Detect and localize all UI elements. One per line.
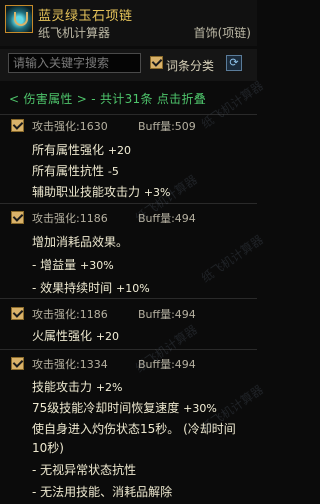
search-input[interactable] xyxy=(8,53,141,73)
stat-value: +30% xyxy=(79,259,114,272)
attack-enhance: 攻击强化:1186 xyxy=(32,308,108,321)
entry-3: 攻击强化:1186 Buff量:494 火属性强化 +20 xyxy=(0,298,257,348)
divider xyxy=(0,203,257,204)
stat-text: 辅助职业技能攻击力 xyxy=(32,185,141,199)
stat-text: - 效果持续时间 xyxy=(32,281,113,295)
stat-text: 所有属性强化 xyxy=(32,143,105,157)
attack-enhance: 攻击强化:1186 xyxy=(32,212,108,225)
stat-value: +10% xyxy=(115,282,150,295)
sort-checkbox[interactable] xyxy=(150,56,163,69)
item-slot: 首饰(项链) xyxy=(193,26,251,40)
stat-value: -5 xyxy=(107,165,119,178)
damage-group-toggle[interactable]: < 伤害属性 > - 共计31条 点击折叠 xyxy=(9,90,206,107)
stat-line: 所有属性强化 +20 xyxy=(32,141,131,158)
stat-line: - 无视异常状态抗性 xyxy=(32,461,136,478)
entry-checkbox[interactable] xyxy=(11,211,24,224)
attack-enhance: 攻击强化:1334 xyxy=(32,358,108,371)
sort-label: 词条分类 xyxy=(166,59,215,73)
stat-value: +2% xyxy=(95,381,123,394)
stat-text: 10秒) xyxy=(32,441,64,455)
entry-4: 攻击强化:1334 Buff量:494 技能攻击力 +2% 75级技能冷却时间恢… xyxy=(0,349,257,504)
stat-text: 所有属性抗性 xyxy=(32,164,105,178)
stat-text: 使自身进入灼伤状态15秒。 (冷却时间 xyxy=(32,422,236,436)
stat-line: - 效果持续时间 +10% xyxy=(32,279,150,296)
stat-value: +3% xyxy=(143,186,171,199)
stat-text: 75级技能冷却时间恢复速度 xyxy=(32,401,180,415)
stat-value: +30% xyxy=(183,402,217,415)
entry-checkbox[interactable] xyxy=(11,307,24,320)
buff-amount: Buff量:509 xyxy=(138,120,196,133)
stat-text: 技能攻击力 xyxy=(32,380,93,394)
stat-line: - 无法用技能、消耗品解除 xyxy=(32,483,172,500)
divider xyxy=(0,114,257,115)
divider xyxy=(0,349,257,350)
refresh-icon[interactable]: ⟳ xyxy=(226,55,242,71)
search-bar: 词条分类 ⟳ xyxy=(0,49,257,81)
attack-enhance: 攻击强化:1630 xyxy=(32,120,108,133)
buff-amount: Buff量:494 xyxy=(138,212,196,225)
stat-text: - 无视异常状态抗性 xyxy=(32,463,137,477)
buff-amount: Buff量:494 xyxy=(138,358,196,371)
necklace-icon xyxy=(5,5,33,33)
stat-line: 10秒) xyxy=(32,439,64,456)
stat-line: 75级技能冷却时间恢复速度 +30% xyxy=(32,399,217,416)
divider xyxy=(0,298,257,299)
stat-line: 火属性强化 +20 xyxy=(32,327,119,344)
stat-line: 增加消耗品效果。 xyxy=(32,233,128,250)
item-header: 蓝灵绿玉石项链 纸飞机计算器 首饰(项链) xyxy=(0,0,257,46)
stat-line: 技能攻击力 +2% xyxy=(32,378,123,395)
entry-checkbox[interactable] xyxy=(11,357,24,370)
stat-text: - 无法用技能、消耗品解除 xyxy=(32,485,173,499)
stat-value: +20 xyxy=(107,144,132,157)
stat-text: 增加消耗品效果。 xyxy=(32,235,129,249)
item-name: 蓝灵绿玉石项链 xyxy=(38,9,133,24)
item-subtitle: 纸飞机计算器 xyxy=(38,26,111,40)
stat-line: - 增益量 +30% xyxy=(32,256,114,273)
stat-line: 使自身进入灼伤状态15秒。 (冷却时间 xyxy=(32,420,236,437)
stat-text: - 增益量 xyxy=(32,258,77,272)
buff-amount: Buff量:494 xyxy=(138,308,196,321)
stat-value: +20 xyxy=(95,330,120,343)
stat-line: 所有属性抗性 -5 xyxy=(32,162,119,179)
entry-2: 攻击强化:1186 Buff量:494 增加消耗品效果。 - 增益量 +30% … xyxy=(0,203,257,297)
stat-text: 火属性强化 xyxy=(32,329,93,343)
entry-1: 攻击强化:1630 Buff量:509 所有属性强化 +20 所有属性抗性 -5… xyxy=(0,114,257,202)
stat-line: 辅助职业技能攻击力 +3% xyxy=(32,183,171,200)
entry-checkbox[interactable] xyxy=(11,119,24,132)
